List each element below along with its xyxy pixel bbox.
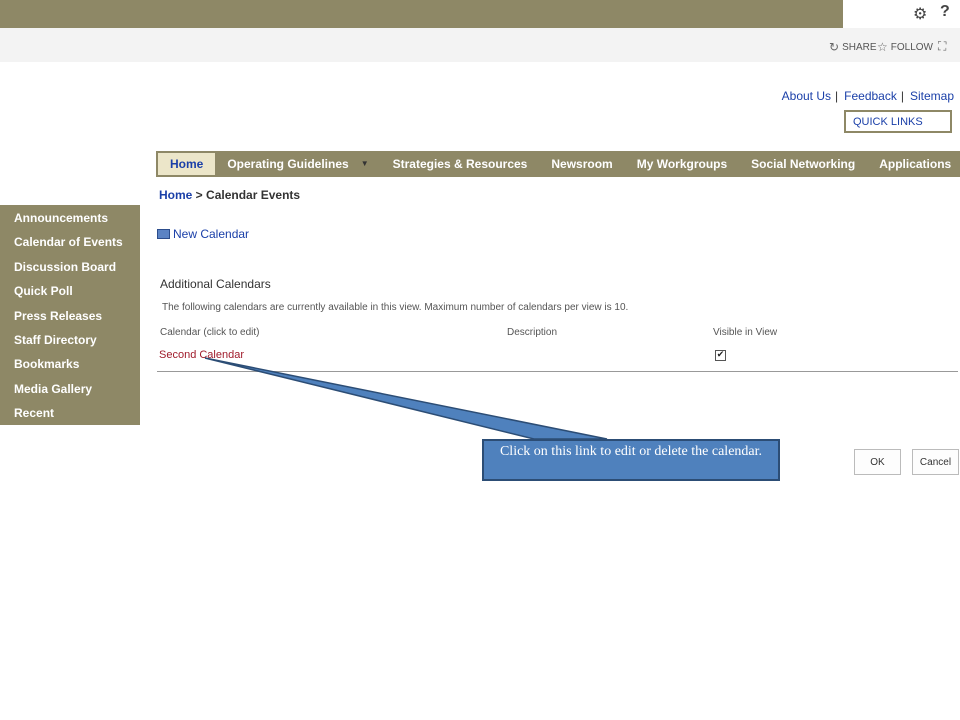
nav-item-label: Home xyxy=(170,157,204,171)
follow-button[interactable]: ☆ FOLLOW xyxy=(877,40,933,54)
focus-icon: ⛶ xyxy=(938,39,947,53)
about-us-link[interactable]: About Us xyxy=(782,89,831,103)
breadcrumb-current: Calendar Events xyxy=(206,188,301,202)
instruction-callout: Click on this link to edit or delete the… xyxy=(482,439,780,481)
callout-arrow xyxy=(204,357,608,440)
ok-button[interactable]: OK xyxy=(854,449,901,475)
suite-bar xyxy=(0,0,843,28)
nav-item-social-networking[interactable]: Social Networking xyxy=(739,151,867,177)
feedback-link[interactable]: Feedback xyxy=(844,89,897,103)
sidebar-item-bookmarks[interactable]: Bookmarks xyxy=(14,357,79,371)
cancel-button[interactable]: Cancel xyxy=(912,449,959,475)
sidebar-item-calendar-of-events[interactable]: Calendar of Events xyxy=(14,235,123,249)
nav-item-strategies-resources[interactable]: Strategies & Resources xyxy=(381,151,540,177)
sidebar-item-announcements[interactable]: Announcements xyxy=(14,211,108,225)
help-button[interactable]: ? xyxy=(940,3,950,21)
top-navigation: Home Operating Guidelines ▼ Strategies & Re… xyxy=(156,151,960,177)
header-links: About Us | Feedback | Sitemap xyxy=(782,89,954,103)
breadcrumb: Home > Calendar Events xyxy=(159,188,300,202)
nav-item-my-workgroups[interactable]: My Workgroups xyxy=(625,151,739,177)
site-logo[interactable] xyxy=(8,70,138,150)
new-calendar-link[interactable]: New Calendar xyxy=(157,227,249,241)
share-label: SHARE xyxy=(842,41,877,53)
new-calendar-label: New Calendar xyxy=(173,227,250,241)
nav-item-label: Social Networking xyxy=(751,157,856,171)
focus-on-content-button[interactable]: ⛶ xyxy=(938,39,946,54)
share-button[interactable]: ↻ SHARE xyxy=(829,40,877,54)
nav-item-label: Strategies & Resources xyxy=(392,157,528,171)
breadcrumb-separator: > xyxy=(192,188,207,202)
chevron-down-icon[interactable]: ▼ xyxy=(361,151,369,177)
star-icon: ☆ xyxy=(877,40,888,54)
nav-item-newsroom[interactable]: Newsroom xyxy=(539,151,624,177)
follow-label: FOLLOW xyxy=(890,41,933,53)
divider xyxy=(157,371,958,372)
sidebar-item-media-gallery[interactable]: Media Gallery xyxy=(14,382,92,396)
nav-item-label: My Workgroups xyxy=(636,157,728,171)
gear-icon[interactable]: ⚙ xyxy=(913,4,927,23)
column-header-visible: Visible in View xyxy=(713,327,778,338)
nav-item-home[interactable]: Home xyxy=(158,153,216,175)
nav-item-operating-guidelines[interactable]: Operating Guidelines ▼ xyxy=(215,151,380,177)
breadcrumb-home-link[interactable]: Home xyxy=(159,188,192,202)
link-separator: | xyxy=(900,89,904,103)
section-title: Additional Calendars xyxy=(160,277,271,291)
user-menu[interactable] xyxy=(846,5,906,23)
nav-item-label: Operating Guidelines xyxy=(227,157,349,171)
quick-links-dropdown[interactable]: QUICK LINKS xyxy=(844,110,952,133)
nav-item-applications[interactable]: Applications▼ xyxy=(867,151,960,177)
quick-launch-sidebar: Announcements Calendar of Events Discussio… xyxy=(0,205,140,425)
sidebar-item-press-releases[interactable]: Press Releases xyxy=(14,309,102,323)
column-header-description: Description xyxy=(507,327,558,338)
share-icon: ↻ xyxy=(829,40,840,54)
sitemap-link[interactable]: Sitemap xyxy=(910,89,954,103)
sidebar-item-quick-poll[interactable]: Quick Poll xyxy=(14,284,73,298)
sidebar-item-staff-directory[interactable]: Staff Directory xyxy=(14,333,97,347)
ribbon-bar xyxy=(0,28,960,62)
nav-item-label: Newsroom xyxy=(551,157,613,171)
calendar-link-second-calendar[interactable]: Second Calendar xyxy=(159,349,244,361)
link-separator: | xyxy=(835,89,839,103)
sidebar-item-discussion-board[interactable]: Discussion Board xyxy=(14,260,116,274)
visible-in-view-checkbox[interactable]: ✔ xyxy=(715,350,726,361)
sidebar-item-recent[interactable]: Recent xyxy=(14,406,54,420)
nav-item-label: Applications xyxy=(879,157,952,171)
calendar-icon xyxy=(157,229,170,239)
section-description: The following calendars are currently av… xyxy=(162,302,629,313)
column-header-calendar: Calendar (click to edit) xyxy=(160,327,260,338)
